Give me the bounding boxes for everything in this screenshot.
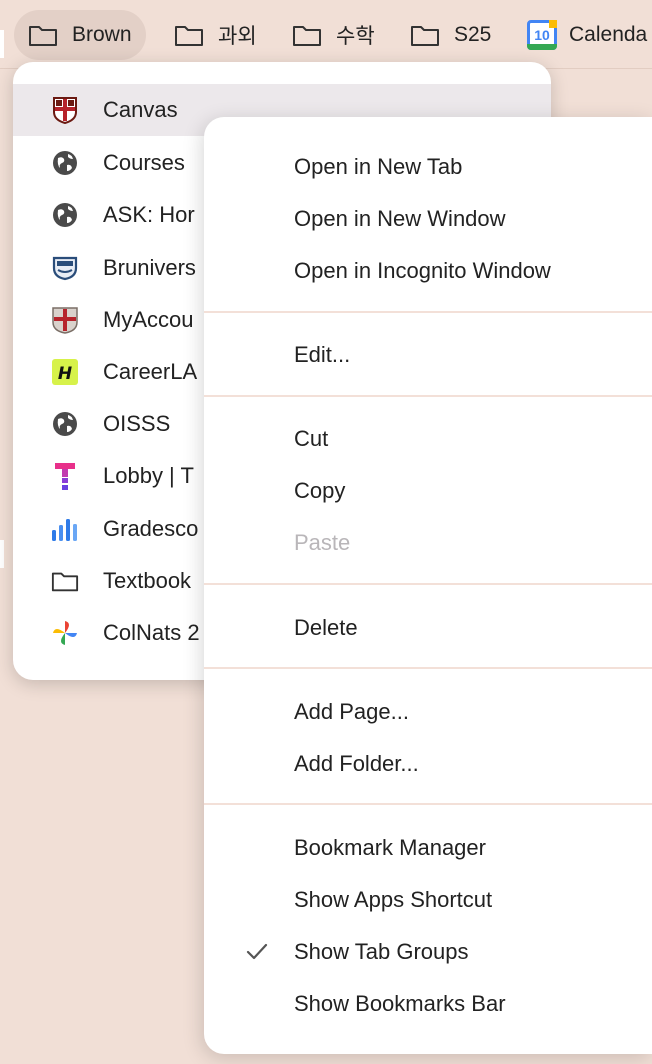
menu-item-show-bookmarks-bar[interactable]: Show Bookmarks Bar (204, 978, 652, 1030)
menu-item-open-incognito[interactable]: Open in Incognito Window (204, 245, 652, 297)
menu-item-bookmark-manager[interactable]: Bookmark Manager (204, 822, 652, 874)
menu-item-label: Open in New Window (294, 206, 506, 231)
menu-item-label: Cut (294, 426, 329, 451)
menu-item-label: Open in Incognito Window (294, 258, 551, 283)
menu-item-label: Show Tab Groups (294, 939, 469, 964)
bookmark-label: Courses (103, 150, 185, 175)
menu-item-label: Show Bookmarks Bar (294, 991, 506, 1016)
menu-item-cut[interactable]: Cut (204, 413, 652, 465)
menu-item-edit[interactable]: Edit... (204, 329, 652, 381)
menu-item-add-folder[interactable]: Add Folder... (204, 738, 652, 790)
menu-item-add-page[interactable]: Add Page... (204, 686, 652, 738)
bookmark-folder-gwaoe[interactable]: 과외 (174, 10, 257, 60)
bookmark-folder-s25[interactable]: S25 (410, 10, 491, 60)
shield-icon (51, 254, 79, 282)
folder-icon (293, 26, 321, 46)
menu-item-show-apps-shortcut[interactable]: Show Apps Shortcut (204, 874, 652, 926)
menu-separator (204, 395, 652, 397)
bookmark-label: MyAccou (103, 307, 194, 332)
window-edge (0, 30, 4, 58)
menu-item-show-tab-groups[interactable]: Show Tab Groups (204, 926, 652, 978)
bookmark-label: Textbook (103, 568, 192, 593)
top-hat-logo-icon (51, 462, 79, 490)
bookmark-label: Brunivers (103, 255, 196, 280)
bookmark-label: ColNats 2 (103, 620, 200, 645)
menu-separator (204, 583, 652, 585)
menu-separator (204, 803, 652, 805)
menu-item-label: Bookmark Manager (294, 835, 486, 860)
bookmark-folder-brown[interactable]: Brown (14, 10, 146, 60)
bookmark-calendar[interactable]: 10 Calenda (527, 10, 647, 60)
crest-icon (51, 306, 79, 334)
bookmark-label: ASK: Hor (103, 202, 195, 227)
globe-icon (51, 410, 79, 438)
calendar-icon: 10 (527, 20, 557, 50)
bookmark-folder-suhak[interactable]: 수학 (292, 10, 375, 60)
menu-item-open-new-window[interactable]: Open in New Window (204, 193, 652, 245)
bookmark-context-menu: Open in New Tab Open in New Window Open … (204, 117, 652, 1054)
menu-item-copy[interactable]: Copy (204, 465, 652, 517)
bar-chart-icon (51, 515, 79, 543)
bookmarks-bar: Brown 과외 수학 S25 10 Calenda (0, 0, 652, 69)
folder-icon (175, 26, 203, 46)
folder-icon (29, 26, 57, 46)
bookmark-label: Brown (72, 23, 132, 46)
bookmark-label: Calenda (569, 23, 648, 46)
menu-item-label: Paste (294, 530, 351, 555)
bookmark-label: Canvas (103, 97, 178, 122)
pinwheel-icon (51, 619, 79, 647)
menu-item-label: Delete (294, 615, 358, 640)
menu-item-label: Copy (294, 478, 346, 503)
globe-icon (51, 149, 79, 177)
crest-icon (51, 96, 79, 124)
folder-icon (51, 567, 79, 595)
menu-item-label: Add Page... (294, 699, 409, 724)
menu-item-open-new-tab[interactable]: Open in New Tab (204, 141, 652, 193)
checkmark-icon (246, 943, 268, 960)
window-edge (0, 540, 4, 568)
menu-item-label: Show Apps Shortcut (294, 887, 493, 912)
bookmark-label: 과외 (218, 25, 257, 48)
menu-separator (204, 311, 652, 313)
menu-separator (204, 667, 652, 669)
svg-text:H: H (58, 364, 72, 384)
handshake-logo-icon: H (51, 358, 79, 386)
menu-item-label: Edit... (294, 342, 351, 367)
menu-item-label: Add Folder... (294, 751, 419, 776)
menu-item-delete[interactable]: Delete (204, 602, 652, 654)
menu-item-label: Open in New Tab (294, 154, 463, 179)
bookmark-label: Lobby | T (103, 463, 194, 488)
bookmark-label: CareerLA (103, 359, 198, 384)
bookmark-label: S25 (454, 23, 492, 46)
menu-item-paste: Paste (204, 517, 652, 569)
bookmark-label: Gradesco (103, 516, 199, 541)
folder-icon (411, 26, 439, 46)
globe-icon (51, 201, 79, 229)
bookmark-label: 수학 (336, 25, 375, 48)
bookmark-label: OISSS (103, 411, 171, 436)
